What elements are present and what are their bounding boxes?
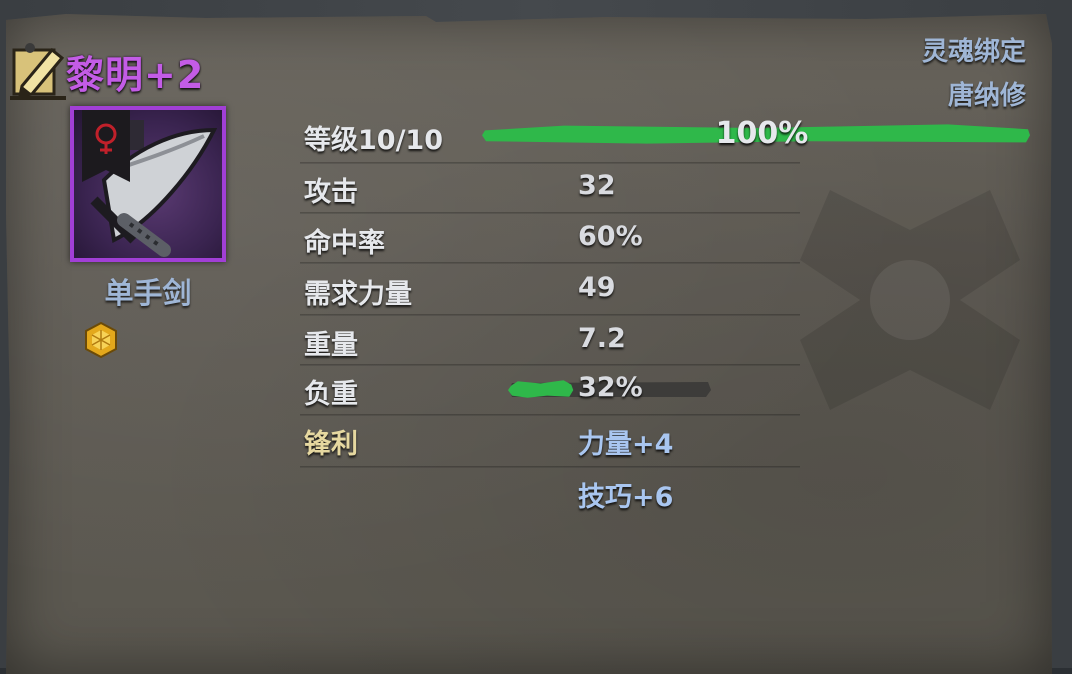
burden-value: 32%	[578, 372, 643, 403]
row-divider	[300, 162, 800, 164]
row-divider	[300, 364, 800, 366]
emblem-watermark-icon	[800, 190, 1020, 410]
enchant-bonus-skill: 技巧+6	[578, 482, 674, 513]
gem-socket-icon[interactable]	[84, 322, 118, 358]
stat-value-attack: 32	[578, 170, 616, 201]
row-divider	[300, 314, 800, 316]
item-type-label: 单手剑	[104, 276, 192, 310]
level-percent: 100%	[715, 116, 809, 151]
stat-value-strength-req: 49	[578, 272, 616, 303]
row-divider	[300, 414, 800, 416]
item-title: 黎明+2	[8, 36, 204, 106]
enchant-name: 锋利	[304, 429, 358, 460]
stat-label-attack: 攻击	[304, 177, 358, 208]
item-icon-frame	[70, 106, 226, 262]
soulbound-label: 灵魂绑定	[921, 37, 1026, 67]
enchant-bonus-strength: 力量+4	[578, 429, 674, 460]
row-divider	[300, 466, 800, 468]
sword-item-icon	[82, 110, 218, 257]
binding-info: 灵魂绑定 唐纳修	[922, 30, 1026, 118]
stat-label-weight: 重量	[304, 330, 358, 361]
edit-pencil-icon[interactable]	[8, 40, 68, 102]
owner-name: 唐纳修	[947, 81, 1026, 111]
stat-value-weight: 7.2	[578, 323, 626, 354]
row-divider	[300, 212, 800, 214]
item-name: 黎明+2	[66, 52, 205, 97]
stat-label-hit-rate: 命中率	[304, 228, 385, 259]
level-label: 等级10/10	[304, 125, 444, 156]
stat-value-hit-rate: 60%	[578, 221, 643, 252]
burden-label: 负重	[304, 379, 358, 410]
stat-label-strength-req: 需求力量	[304, 279, 412, 310]
row-divider	[300, 262, 800, 264]
